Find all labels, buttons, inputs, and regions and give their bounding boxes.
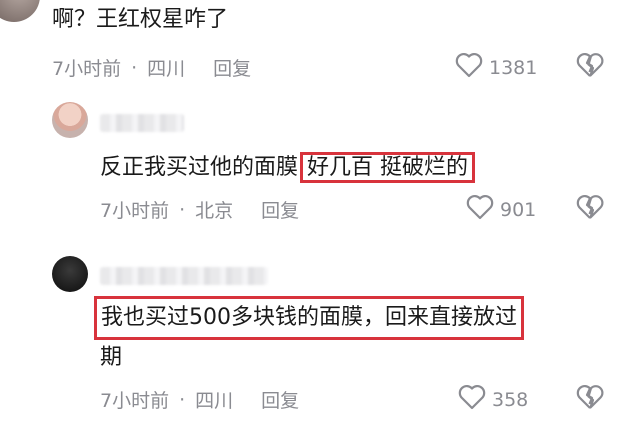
heart-outline-icon (455, 52, 489, 83)
comment-text: 啊？王红权星咋了 (52, 7, 229, 32)
username-blurred (100, 114, 184, 132)
comment-location: 四川 (195, 390, 234, 412)
separator-dot: · (179, 198, 186, 221)
separator-dot: · (179, 388, 186, 411)
like-count: 901 (500, 198, 537, 221)
like-button[interactable]: 358 (458, 384, 528, 415)
comment-time: 7小时前 (52, 58, 122, 80)
avatar[interactable] (52, 102, 88, 138)
like-count: 1381 (489, 56, 538, 79)
dislike-button[interactable] (576, 384, 604, 414)
comment-text: 期 (100, 345, 123, 370)
comment-text: 反正我买过他的面膜 好几百 挺破烂的 (100, 150, 476, 186)
like-count: 358 (492, 388, 529, 411)
highlighted-text: 我也买过500多块钱的面膜，回来直接放过 (94, 296, 524, 340)
heart-outline-icon (458, 384, 492, 415)
heart-outline-icon (466, 194, 500, 225)
comment-meta: 7小时前 · 四川 回复 (100, 386, 299, 413)
separator-dot: · (131, 56, 138, 79)
reply-button[interactable]: 回复 (261, 386, 299, 413)
highlighted-text: 好几百 挺破烂的 (300, 152, 476, 183)
comment-meta: 7小时前 · 北京 回复 (100, 196, 299, 223)
dislike-button[interactable] (576, 52, 604, 82)
comment-location: 北京 (195, 200, 234, 222)
username-blurred (100, 267, 268, 285)
comment-meta: 7小时前 · 四川 回复 (52, 54, 251, 81)
broken-heart-icon (576, 195, 604, 224)
broken-heart-icon (576, 53, 604, 82)
comment-time: 7小时前 (100, 200, 170, 222)
broken-heart-icon (576, 385, 604, 414)
avatar[interactable] (52, 256, 88, 292)
comment-location: 四川 (147, 58, 186, 80)
like-button[interactable]: 901 (466, 194, 536, 225)
reply-button[interactable]: 回复 (261, 196, 299, 223)
avatar[interactable] (0, 0, 40, 22)
reply-button[interactable]: 回复 (213, 54, 251, 81)
dislike-button[interactable] (576, 194, 604, 224)
comment-time: 7小时前 (100, 390, 170, 412)
comment-text-part: 反正我买过他的面膜 (100, 155, 299, 180)
like-button[interactable]: 1381 (455, 52, 537, 83)
